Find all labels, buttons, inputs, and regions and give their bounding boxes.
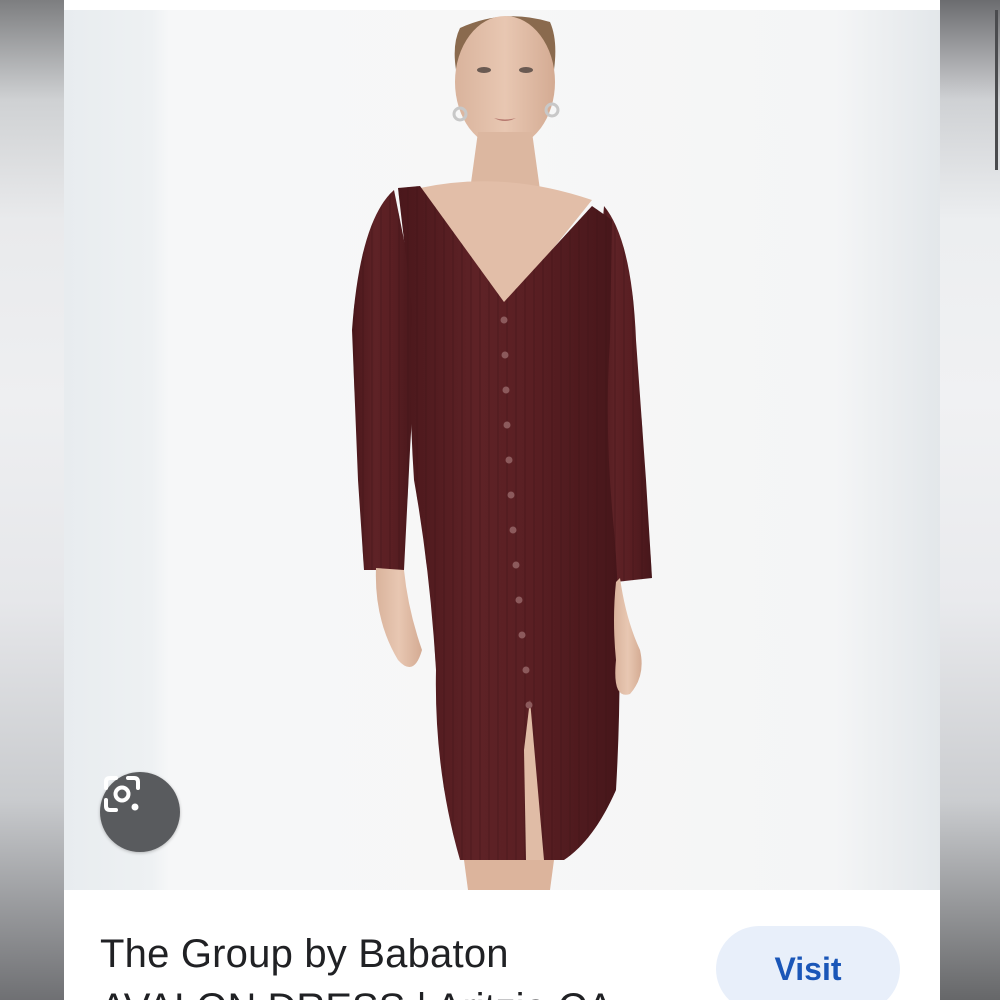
model-wearing-dress [352, 16, 652, 890]
product-title[interactable]: The Group by Babaton [100, 930, 509, 978]
lens-search-button[interactable] [100, 772, 180, 852]
screen: The Group by Babaton AVALON DRESS | Arit… [0, 0, 1000, 1000]
visit-button[interactable]: Visit [716, 926, 900, 1000]
result-card[interactable]: The Group by Babaton AVALON DRESS | Arit… [64, 890, 940, 1000]
product-image[interactable] [64, 10, 940, 890]
scroll-indicator [995, 10, 998, 170]
blurred-side-left [0, 0, 64, 1000]
product-subtitle[interactable]: AVALON DRESS | Aritzia CA [100, 984, 614, 1000]
blurred-side-right [940, 0, 1000, 1000]
lens-search-icon [104, 776, 140, 812]
top-strip [64, 0, 940, 10]
